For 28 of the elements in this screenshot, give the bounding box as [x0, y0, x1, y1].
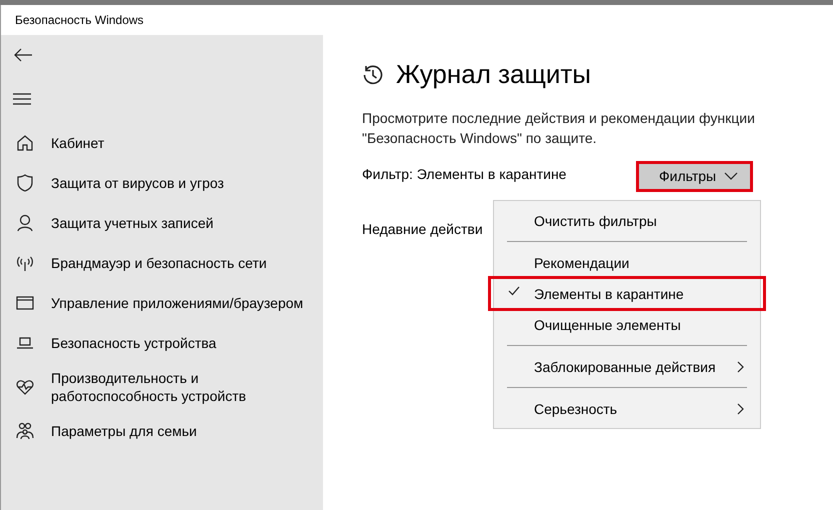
sidebar-item[interactable]: Защита учетных записей: [1, 203, 323, 243]
recent-actions-label: Недавние действи: [362, 221, 483, 237]
menu-icon[interactable]: [13, 93, 31, 105]
menu-item[interactable]: Заблокированные действия: [494, 351, 760, 382]
page-title: Журнал защиты: [396, 59, 591, 90]
menu-item[interactable]: Рекомендации: [494, 247, 760, 278]
page-description: Просмотрите последние действия и рекомендации функции "Безопасность Windows" по защите.: [362, 109, 756, 148]
chevron-down-icon: [724, 172, 738, 180]
history-icon: [362, 64, 384, 86]
menu-item[interactable]: Очистить фильтры: [494, 205, 760, 236]
back-arrow-icon[interactable]: [13, 47, 33, 63]
menu-item[interactable]: Очищенные элементы: [494, 309, 760, 340]
sidebar-item[interactable]: Брандмауэр и безопасность сети: [1, 243, 323, 283]
filters-button[interactable]: Фильтры: [639, 164, 750, 189]
shield-icon: [15, 173, 35, 193]
window-title: Безопасность Windows: [15, 13, 144, 27]
sidebar-item[interactable]: Управление приложениями/браузером: [1, 283, 323, 323]
sidebar-item[interactable]: Кабинет: [1, 123, 323, 163]
sidebar-item[interactable]: Производительность и работоспособность устройств: [1, 363, 323, 411]
sidebar-item[interactable]: Защита от вирусов и угроз: [1, 163, 323, 203]
menu-item[interactable]: Элементы в карантине: [490, 278, 764, 309]
sidebar-item[interactable]: Параметры для семьи: [1, 411, 323, 451]
sidebar-item[interactable]: Безопасность устройства: [1, 323, 323, 363]
filter-label: Фильтр: Элементы в карантине: [362, 165, 568, 182]
family-icon: [15, 421, 35, 441]
person-icon: [15, 213, 35, 233]
menu-item[interactable]: Серьезность: [494, 393, 760, 424]
home-icon: [15, 133, 35, 153]
